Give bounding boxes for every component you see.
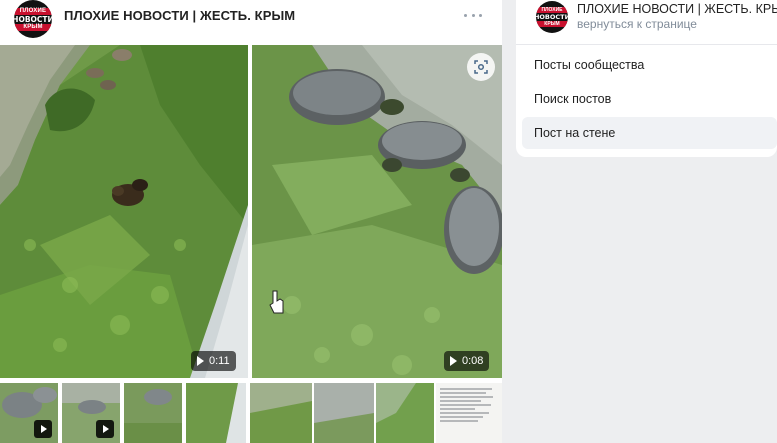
community-side-menu: ПЛОХИЕ НОВОСТИ КРЫМ ПЛОХИЕ НОВОСТИ | ЖЕС… — [516, 0, 777, 157]
group-avatar[interactable]: ПЛОХИЕ НОВОСТИ КРЫМ — [14, 0, 52, 38]
group-name-link[interactable]: ПЛОХИЕ НОВОСТИ | ЖЕСТЬ. КРЫМ — [64, 8, 295, 23]
post-card: ПЛОХИЕ НОВОСТИ КРЫМ ПЛОХИЕ НОВОСТИ | ЖЕС… — [0, 0, 502, 443]
video-duration: 0:11 — [209, 355, 230, 367]
more-horizontal-icon — [464, 13, 467, 17]
menu-item-label: Поиск постов — [534, 92, 612, 106]
video-thumbnail-turtles — [252, 45, 502, 378]
menu-item-community-posts[interactable]: Посты сообщества — [522, 49, 777, 81]
side-group-title[interactable]: ПЛОХИЕ НОВОСТИ | ЖЕСТЬ. КРЫМ — [577, 2, 777, 16]
avatar-text-middle: НОВОСТИ — [14, 14, 52, 24]
video-tile-ducklings[interactable]: 0:11 — [0, 45, 248, 378]
thumbnail-1[interactable] — [0, 383, 58, 443]
video-duration-badge: 0:08 — [444, 351, 490, 371]
play-icon — [197, 356, 204, 366]
play-icon — [450, 356, 457, 366]
video-duration: 0:08 — [462, 355, 484, 367]
scan-icon — [474, 60, 488, 74]
thumbnail-document[interactable] — [436, 383, 502, 443]
scan-button[interactable] — [467, 53, 495, 81]
play-icon — [34, 420, 52, 438]
thumbnail-4[interactable] — [186, 383, 246, 443]
avatar-text-top: ПЛОХИЕ — [14, 7, 52, 15]
more-options-button[interactable] — [464, 8, 482, 22]
side-group-avatar[interactable]: ПЛОХИЕ НОВОСТИ КРЫМ — [536, 1, 568, 33]
menu-item-search-posts[interactable]: Поиск постов — [522, 83, 777, 115]
thumbnail-7[interactable] — [376, 383, 434, 443]
back-to-page-link[interactable]: вернуться к странице — [577, 17, 697, 31]
post-header: ПЛОХИЕ НОВОСТИ КРЫМ ПЛОХИЕ НОВОСТИ | ЖЕС… — [0, 0, 502, 44]
menu-item-label: Посты сообщества — [534, 58, 645, 72]
thumbnail-3[interactable] — [124, 383, 182, 443]
menu-item-wall-post[interactable]: Пост на стене — [522, 117, 777, 149]
menu-item-label: Пост на стене — [534, 126, 616, 140]
avatar-text-bottom: КРЫМ — [14, 23, 52, 31]
play-icon — [96, 420, 114, 438]
thumbnail-2[interactable] — [62, 383, 120, 443]
video-duration-badge: 0:11 — [191, 351, 236, 371]
thumbnail-5[interactable] — [250, 383, 312, 443]
video-tile-turtles[interactable]: 0:08 — [252, 45, 502, 378]
divider — [516, 44, 777, 45]
thumbnail-6[interactable] — [314, 383, 374, 443]
video-thumbnail-ducklings — [0, 45, 248, 378]
